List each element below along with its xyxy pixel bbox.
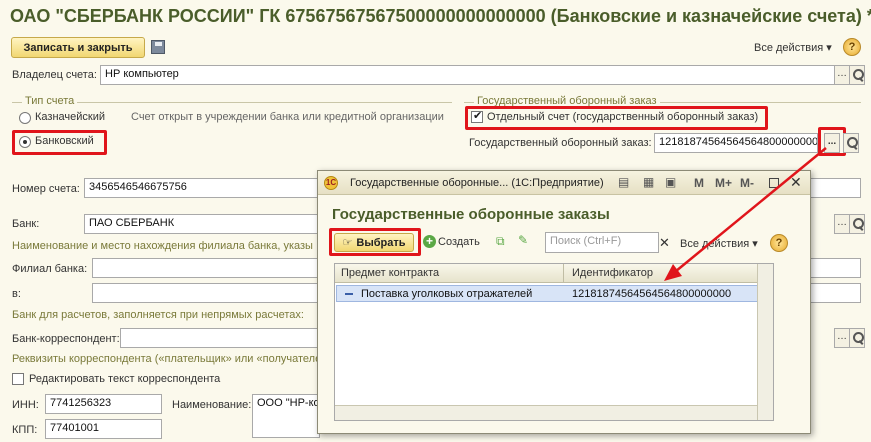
save-and-close-button[interactable]: Записать и закрыть — [11, 37, 145, 58]
row-subject: Поставка уголковых отражателей — [361, 288, 533, 300]
kpp-label: КПП: — [12, 424, 38, 436]
inn-field[interactable]: 7741256323 — [45, 394, 162, 414]
window-title: ОАО "СБЕРБАНК РОССИИ" ГК 675675675675000… — [10, 6, 871, 26]
account-type-frame-line — [12, 102, 452, 103]
account-number-label: Номер счета: — [12, 183, 80, 195]
dialog-window-title: Государственные оборонные... (1С:Предпри… — [350, 177, 604, 189]
branch-name-heading: Наименование и место нахождения филиала … — [12, 240, 313, 252]
edit-icon[interactable]: ✎ — [518, 233, 528, 247]
account-number-field[interactable]: 3456546546675756 — [84, 178, 320, 198]
correspondent-search-icon[interactable] — [849, 328, 865, 348]
save-and-close-label: Записать и закрыть — [23, 41, 133, 54]
save-icon[interactable] — [151, 40, 165, 54]
calculator-icon[interactable]: ▦ — [643, 175, 654, 189]
edit-correspondent-label: Редактировать текст корреспондента — [29, 373, 221, 385]
select-button[interactable]: ☞ Выбрать — [334, 233, 414, 252]
correspondent-bank-field[interactable] — [120, 328, 320, 348]
bank-radio[interactable] — [19, 136, 31, 148]
branch-label: Филиал банка: — [12, 263, 88, 275]
account-type-frame-title: Тип счета — [22, 95, 78, 107]
horizontal-scrollbar[interactable] — [335, 405, 757, 420]
defense-order-label: Государственный оборонный заказ: — [469, 137, 652, 149]
bank-radio-label: Банковский — [35, 135, 94, 147]
bank-field[interactable]: ПАО СБЕРБАНК — [84, 214, 320, 234]
inn-label: ИНН: — [12, 399, 39, 411]
account-type-description: Счет открыт в учреждении банка или креди… — [131, 111, 444, 123]
column-header-identifier[interactable]: Идентификатор — [572, 267, 653, 279]
bank-label: Банк: — [12, 218, 40, 230]
owner-pick-button[interactable]: … — [834, 65, 850, 85]
correspondent-requisites-heading: Реквизиты корреспондента («плательщик» и… — [12, 353, 322, 365]
search-input[interactable]: Поиск (Ctrl+F) — [545, 232, 659, 253]
copy-icon[interactable]: ⧉ — [496, 234, 505, 249]
treasury-radio-label: Казначейский — [35, 111, 105, 123]
in-label: в: — [12, 288, 21, 300]
treasury-radio[interactable] — [19, 112, 31, 124]
select-label: Выбрать — [356, 236, 406, 249]
bank-search-icon[interactable] — [849, 214, 865, 234]
all-actions-menu[interactable]: Все действия ▾ — [754, 41, 832, 54]
correspondent-bank-label: Банк-корреспондент: — [12, 333, 120, 345]
correspondent-pick-button[interactable]: … — [834, 328, 850, 348]
separate-account-label: Отдельный счет (государственный оборонны… — [487, 111, 759, 123]
owner-field[interactable]: НР компьютер — [100, 65, 835, 85]
red-arrow — [664, 147, 827, 281]
create-button[interactable]: Создать — [438, 236, 480, 248]
create-icon[interactable]: + — [423, 235, 436, 248]
document-icon[interactable]: ▤ — [618, 175, 629, 189]
select-icon: ☞ — [342, 237, 353, 249]
indirect-settlement-heading: Банк для расчетов, заполняется при непря… — [12, 309, 304, 321]
kpp-field[interactable]: 77401001 — [45, 419, 162, 439]
edit-correspondent-checkbox[interactable] — [12, 373, 24, 385]
item-marker-icon — [345, 293, 353, 295]
help-icon[interactable]: ? — [843, 38, 861, 56]
column-header-subject[interactable]: Предмет контракта — [341, 267, 439, 279]
separate-account-checkbox[interactable] — [471, 109, 483, 123]
defense-order-search-icon[interactable] — [843, 133, 859, 153]
dialog-heading: Государственные оборонные заказы — [332, 206, 610, 223]
name-field[interactable]: ООО "НР-ко — [252, 394, 320, 438]
column-divider — [563, 264, 564, 283]
name-label: Наименование: — [172, 399, 252, 411]
in-field[interactable] — [92, 283, 320, 303]
owner-search-icon[interactable] — [849, 65, 865, 85]
1c-logo-icon: 1С — [324, 176, 338, 190]
owner-label: Владелец счета: — [12, 69, 97, 81]
branch-field[interactable] — [92, 258, 320, 278]
